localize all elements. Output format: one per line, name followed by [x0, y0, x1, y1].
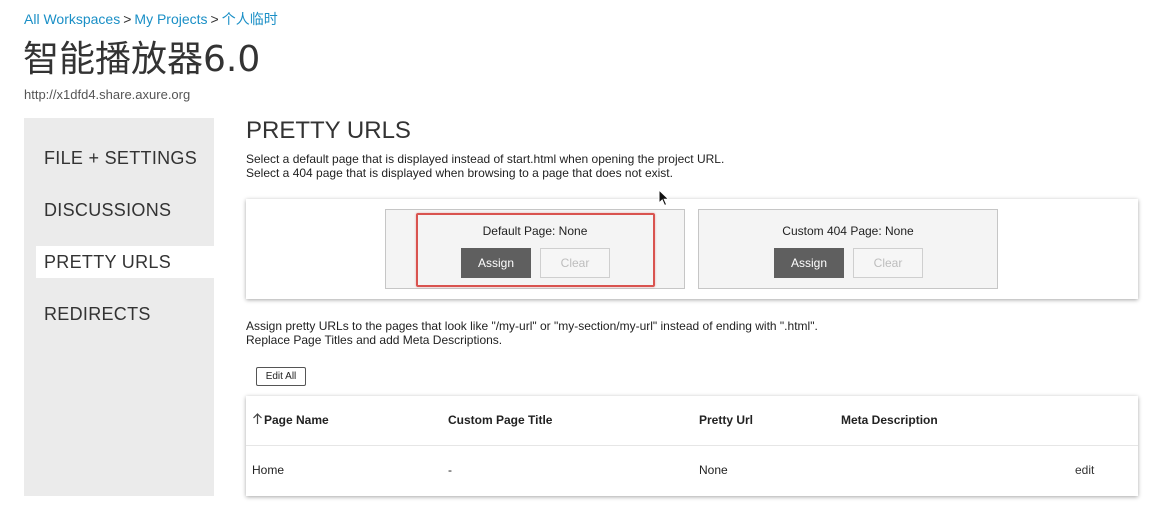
default-page-clear-button[interactable]: Clear	[540, 248, 610, 278]
page-assignment-panel: Default Page: None Assign Clear Custom 4…	[246, 199, 1138, 299]
description-line-1: Select a default page that is displayed …	[246, 152, 725, 166]
arrow-up-icon	[253, 413, 262, 424]
column-header-meta-description: Meta Description	[841, 413, 938, 427]
default-page-assign-button[interactable]: Assign	[461, 248, 531, 278]
custom-404-card: Custom 404 Page: None Assign Clear	[698, 209, 998, 289]
breadcrumb-all-workspaces[interactable]: All Workspaces	[24, 11, 120, 27]
sidebar-item-redirects[interactable]: REDIRECTS	[36, 298, 214, 330]
sidebar: FILE + SETTINGS DISCUSSIONS PRETTY URLS …	[24, 118, 214, 496]
project-url: http://x1dfd4.share.axure.org	[24, 87, 191, 102]
default-page-label: Default Page: None	[482, 224, 588, 238]
cell-pretty-url: None	[699, 463, 728, 477]
pretty-urls-description-line-1: Assign pretty URLs to the pages that loo…	[246, 319, 818, 333]
row-edit-link[interactable]: edit	[1075, 463, 1094, 477]
section-title: PRETTY URLS	[246, 117, 411, 144]
column-header-page-name[interactable]: Page Name	[252, 413, 329, 427]
breadcrumb-current-folder[interactable]: 个人临时	[222, 11, 278, 27]
cell-page-name: Home	[252, 463, 285, 477]
breadcrumb-separator: >	[123, 11, 132, 27]
custom-404-label: Custom 404 Page: None	[782, 224, 914, 238]
table-divider	[246, 445, 1138, 446]
pretty-urls-description-line-2: Replace Page Titles and add Meta Descrip…	[246, 333, 503, 347]
breadcrumb-separator: >	[210, 11, 219, 27]
sidebar-item-file-settings[interactable]: FILE + SETTINGS	[36, 142, 214, 174]
mouse-pointer-icon	[658, 189, 670, 207]
edit-all-button[interactable]: Edit All	[256, 367, 306, 386]
column-header-custom-page-title: Custom Page Title	[448, 413, 553, 427]
pages-table: Page Name Custom Page Title Pretty Url M…	[246, 396, 1138, 496]
column-header-label: Page Name	[264, 413, 329, 427]
custom-404-assign-button[interactable]: Assign	[774, 248, 844, 278]
column-header-pretty-url: Pretty Url	[699, 413, 754, 427]
breadcrumb: All Workspaces > My Projects > 个人临时	[24, 9, 278, 29]
cell-custom-title: -	[448, 463, 452, 477]
sidebar-item-discussions[interactable]: DISCUSSIONS	[36, 194, 214, 226]
description-line-2: Select a 404 page that is displayed when…	[246, 166, 673, 180]
project-title: 智能播放器6.0	[23, 39, 261, 80]
sidebar-item-pretty-urls[interactable]: PRETTY URLS	[36, 246, 214, 278]
custom-404-clear-button[interactable]: Clear	[853, 248, 923, 278]
default-page-card: Default Page: None Assign Clear	[385, 209, 685, 289]
breadcrumb-my-projects[interactable]: My Projects	[134, 11, 207, 27]
